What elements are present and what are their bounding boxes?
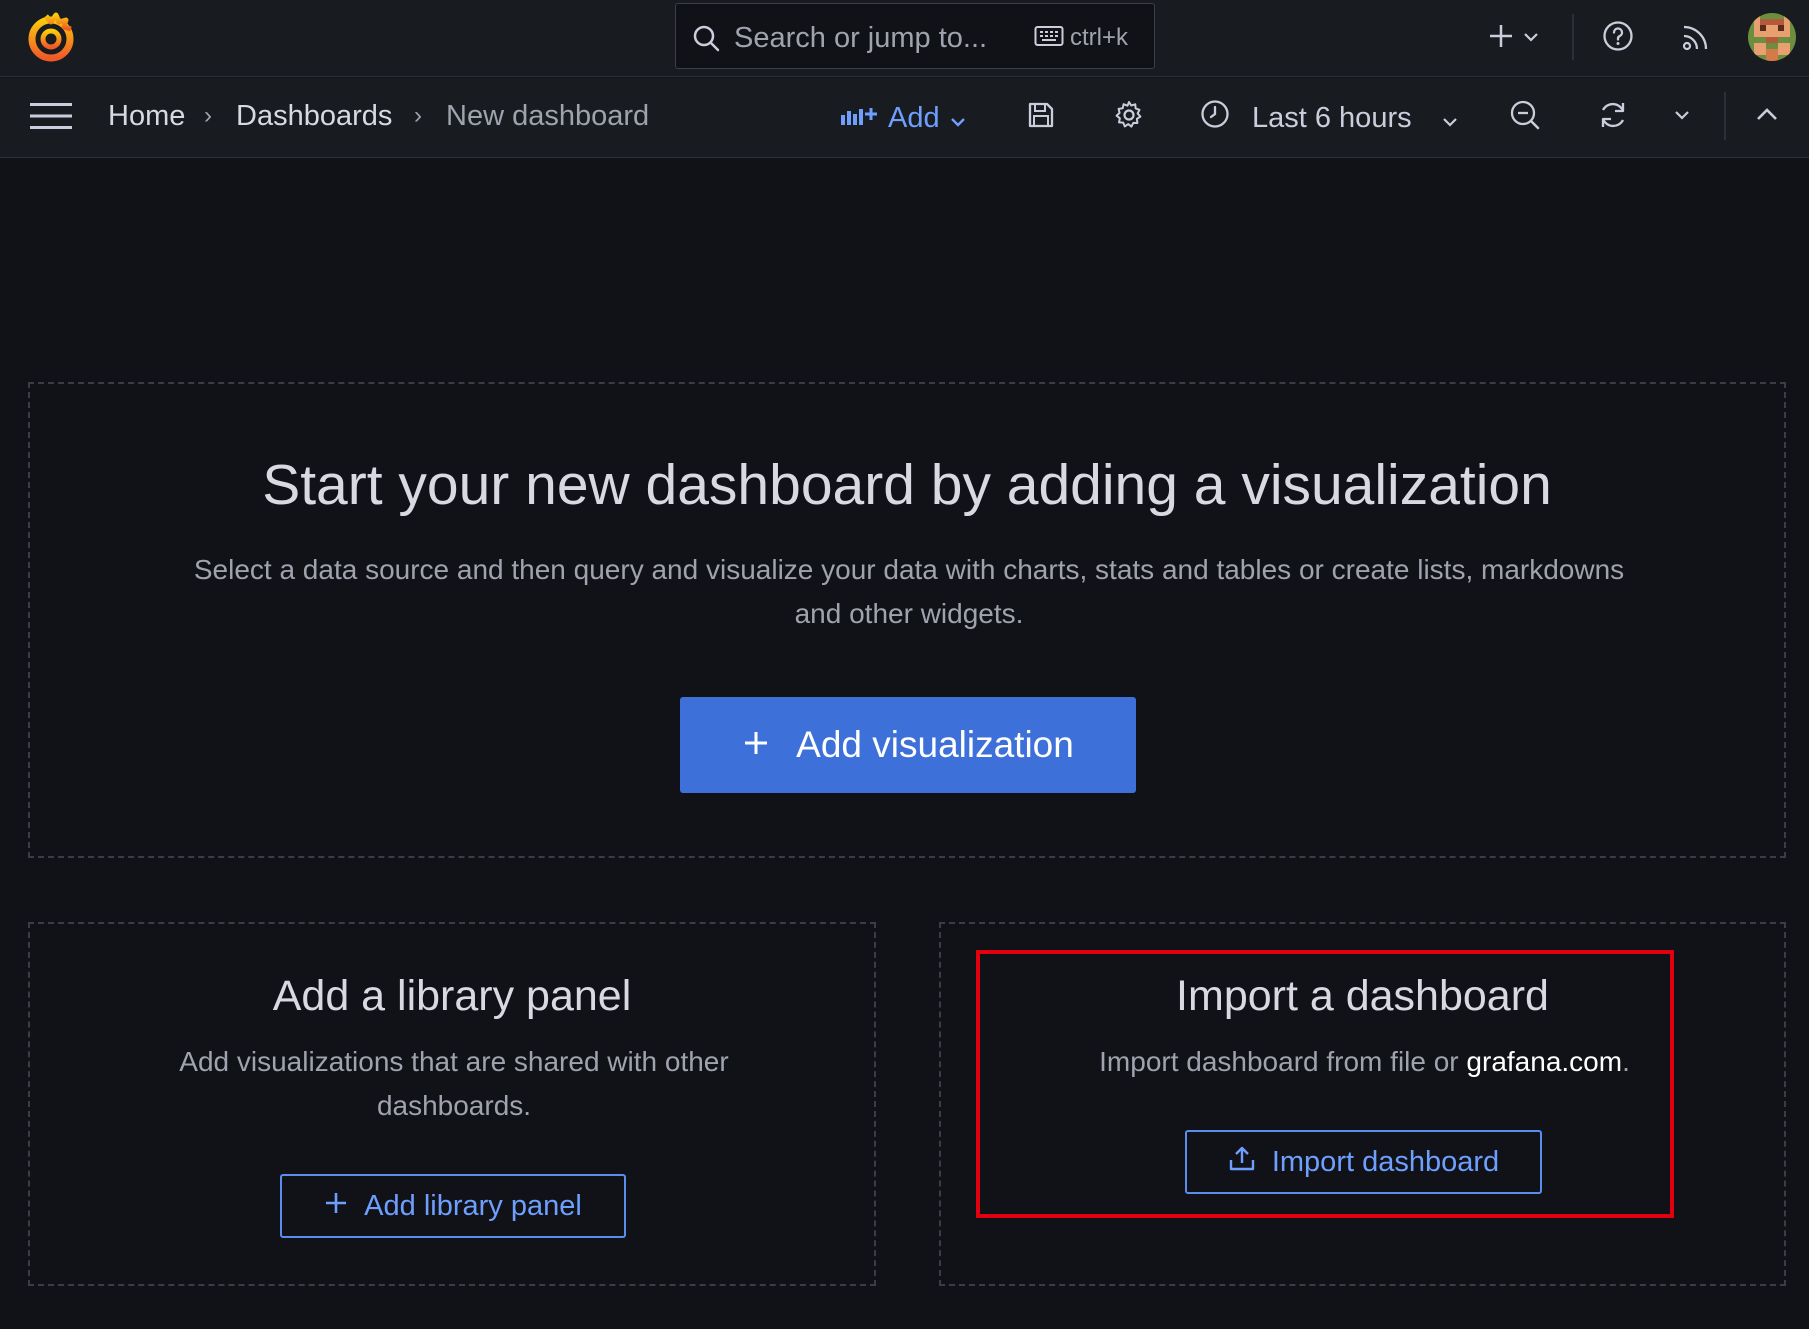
library-panel-title: Add a library panel [272, 972, 632, 1020]
empty-dashboard-title: Start your new dashboard by adding a vis… [262, 453, 1552, 517]
hamburger-icon [30, 102, 72, 135]
breadcrumb-dashboards[interactable]: Dashboards [236, 100, 392, 133]
add-visualization-button[interactable]: Add visualization [680, 697, 1136, 793]
search-box[interactable]: Search or jump to... ctrl+k [675, 3, 1155, 69]
highlight-annotation [976, 950, 1674, 1218]
library-panel-card: Add a library panel Add visualizations t… [28, 922, 876, 1286]
time-range-label: Last 6 hours [1252, 101, 1412, 134]
empty-dashboard-description: Select a data source and then query and … [193, 554, 1625, 629]
zoom-out-button[interactable] [1508, 100, 1542, 134]
breadcrumb-home[interactable]: Home [108, 100, 185, 133]
nav-divider [1724, 92, 1726, 140]
library-panel-description: Add visualizations that are shared with … [179, 1046, 729, 1121]
clock-icon [1200, 99, 1230, 137]
chevron-up-icon [1756, 107, 1778, 126]
top-bar: Search or jump to... ctrl+k [0, 0, 1809, 77]
keyboard-icon [1034, 25, 1064, 52]
add-library-panel-button[interactable]: Add library panel [280, 1174, 626, 1238]
empty-dashboard-panel: Start your new dashboard by adding a vis… [28, 382, 1786, 858]
dashboard-nav-bar: Home › Dashboards › New dashboard Add La… [0, 78, 1809, 158]
add-menu-label: Add [888, 101, 940, 134]
news-button[interactable] [1678, 22, 1714, 56]
save-icon [1026, 100, 1056, 135]
menu-toggle-button[interactable] [30, 102, 72, 134]
refresh-interval-button[interactable] [1670, 106, 1694, 126]
add-panel-icon [840, 102, 878, 135]
save-dashboard-button[interactable] [1024, 100, 1058, 134]
new-menu-button[interactable] [1478, 18, 1548, 58]
plus-icon [742, 724, 770, 766]
add-menu-button[interactable]: Add [840, 96, 966, 140]
breadcrumb-separator-icon: › [414, 102, 422, 129]
topbar-divider [1572, 14, 1574, 60]
help-icon [1602, 20, 1634, 57]
refresh-button[interactable] [1596, 100, 1630, 134]
add-visualization-label: Add visualization [796, 724, 1074, 765]
rss-icon [1681, 22, 1711, 57]
chevron-down-icon [1442, 102, 1458, 135]
add-library-panel-label: Add library panel [364, 1189, 582, 1222]
user-avatar[interactable] [1748, 13, 1796, 61]
collapse-toolbar-button[interactable] [1754, 104, 1780, 128]
dashboard-settings-button[interactable] [1112, 100, 1146, 134]
plus-icon [1487, 22, 1515, 55]
search-icon [692, 24, 720, 52]
plus-icon [324, 1190, 348, 1223]
time-range-picker[interactable]: Last 6 hours [1200, 96, 1458, 140]
chevron-down-icon [1523, 29, 1539, 47]
chevron-down-icon [950, 102, 966, 135]
gear-icon [1113, 99, 1145, 136]
chevron-down-icon [1674, 107, 1690, 125]
zoom-out-icon [1509, 99, 1541, 136]
grafana-logo-icon[interactable] [26, 12, 76, 62]
breadcrumb-separator-icon: › [204, 102, 212, 129]
search-placeholder: Search or jump to... [734, 22, 988, 54]
help-button[interactable] [1600, 20, 1636, 56]
refresh-icon [1597, 99, 1629, 136]
search-shortcut: ctrl+k [1070, 24, 1129, 51]
breadcrumb-current: New dashboard [446, 100, 650, 132]
